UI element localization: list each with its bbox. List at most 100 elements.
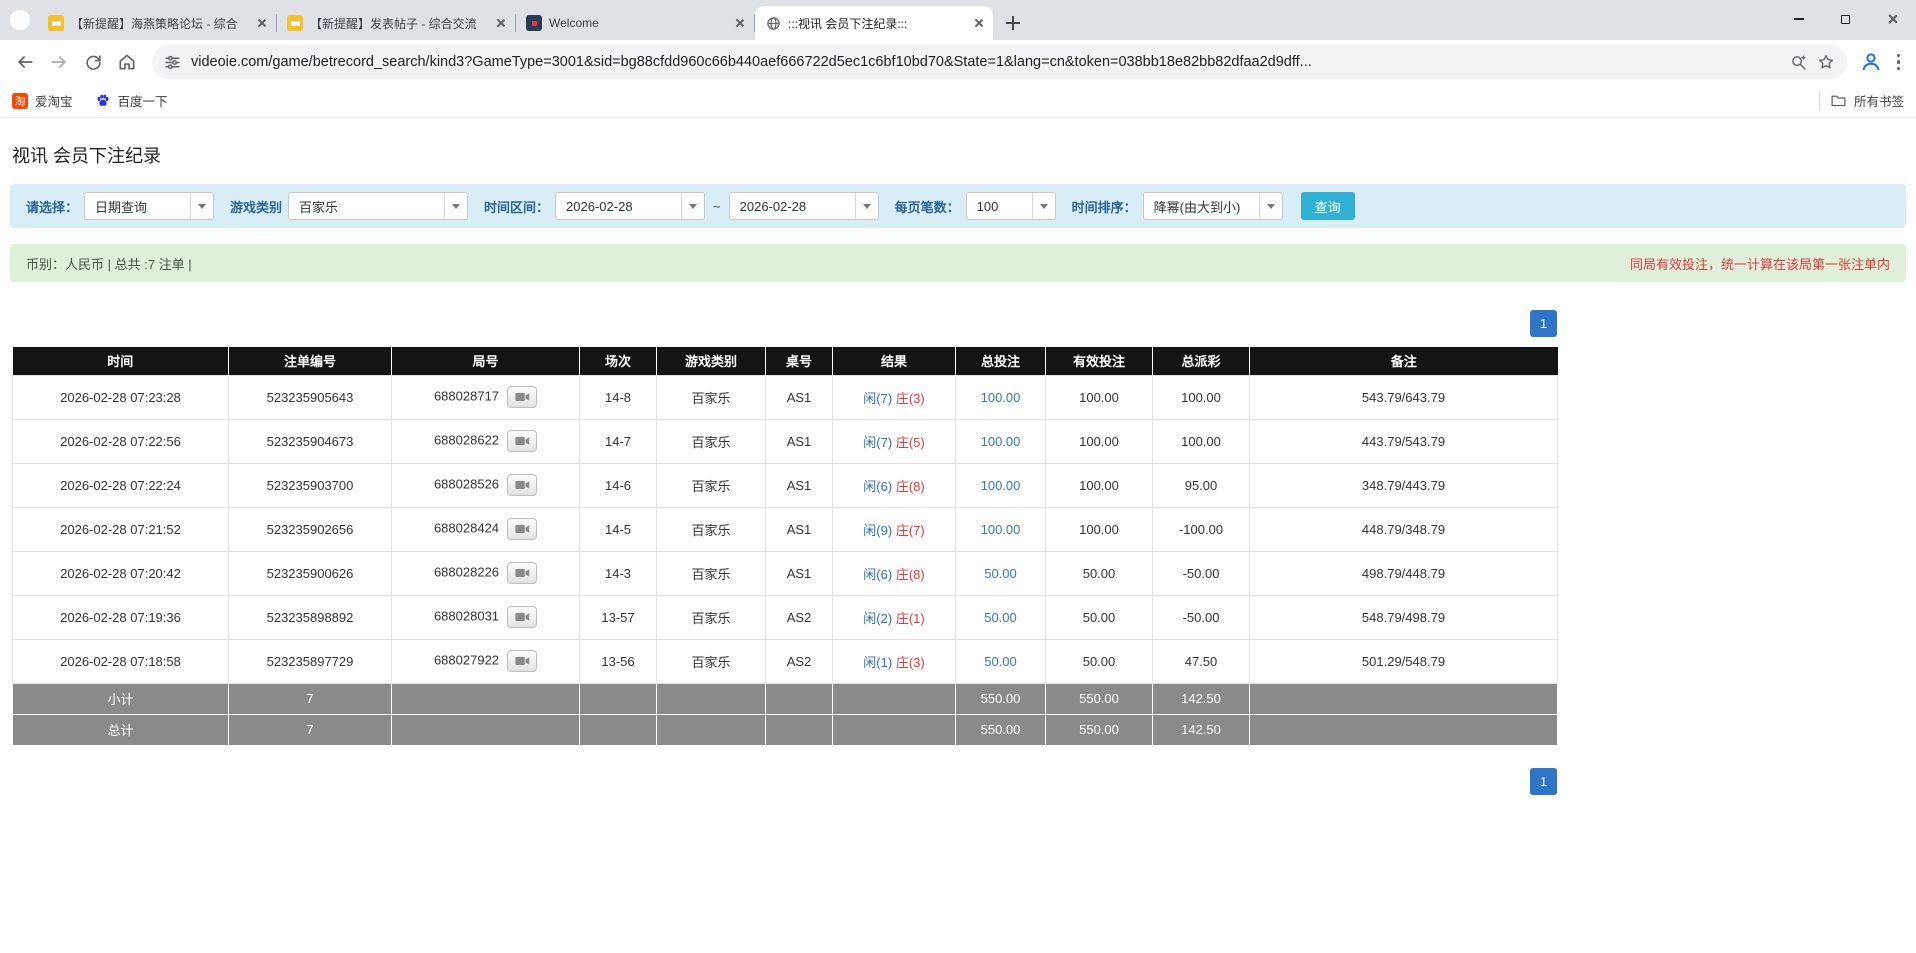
date-to-select[interactable]: 2026-02-28 [729,192,879,220]
table-header-row: 时间注单编号局号场次游戏类别桌号结果总投注有效投注总派彩备注 [13,347,1558,375]
address-bar[interactable]: videoie.com/game/betrecord_search/kind3?… [152,45,1847,79]
tab-close-icon[interactable] [254,15,270,31]
baidu-paw-icon [95,93,111,109]
tab-bet-record-active[interactable]: :::视讯 会员下注纪录::: [755,6,993,40]
total-bet-cell[interactable]: 50.00 [956,595,1046,639]
result-banker: 庄(3) [896,655,925,670]
table-row: 2026-02-28 07:20:42523235900626688028226… [13,551,1558,595]
video-replay-button[interactable] [507,518,537,540]
total-bet-cell[interactable]: 100.00 [956,507,1046,551]
total-bet-cell[interactable]: 50.00 [956,639,1046,683]
column-header: 注单编号 [229,347,392,375]
session-cell: 14-7 [580,419,657,463]
tab-forum-2[interactable]: 【新提醒】发表帖子 - 综合交流 [277,6,515,40]
game-type-select[interactable]: 百家乐 [288,192,468,220]
total-bet-link: 50.00 [984,654,1017,669]
valid-bet-cell: 100.00 [1046,463,1153,507]
note-cell: 498.79/448.79 [1250,551,1558,595]
close-button[interactable] [1869,0,1916,38]
total-bet-cell[interactable]: 100.00 [956,419,1046,463]
url-text[interactable]: videoie.com/game/betrecord_search/kind3?… [191,54,1780,70]
reload-button[interactable] [76,45,110,79]
session-cell: 13-56 [580,639,657,683]
game-type-cell: 百家乐 [657,507,766,551]
sum-count: 7 [229,683,392,714]
new-tab-button[interactable] [1001,11,1025,35]
subtotal-row: 小计7550.00550.00142.50 [13,683,1558,714]
profile-avatar[interactable] [1859,50,1883,74]
bookmark-star-icon[interactable] [1817,53,1835,71]
chevron-down-icon [855,193,878,219]
total-row: 总计7550.00550.00142.50 [13,714,1558,745]
video-replay-button[interactable] [507,386,537,408]
forward-button[interactable] [42,45,76,79]
filter-bar: 请选择： 日期查询 游戏类别 百家乐 时间区间： 2026-02-28 ~ 20… [10,184,1906,228]
total-bet-link: 100.00 [981,522,1021,537]
all-bookmarks-button[interactable]: 所有书签 [1830,91,1904,110]
valid-bet-cell: 100.00 [1046,419,1153,463]
tab-forum-1[interactable]: 【新提醒】海燕策略论坛 - 综合 [38,6,276,40]
bookmarks-bar: 淘 爱淘宝 百度一下 所有书签 [0,84,1916,118]
tab-close-icon[interactable] [493,15,509,31]
tab-close-icon[interactable] [732,15,748,31]
total-bet-link: 100.00 [981,478,1021,493]
result-cell: 闲(1) 庄(3) [833,639,956,683]
query-mode-select[interactable]: 日期查询 [84,192,214,220]
round-cell: 688028424 [392,507,580,551]
page-number-button[interactable]: 1 [1530,310,1557,337]
summary-bar: 币别：人民币 | 总共 :7 注单 | 同局有效投注，统一计算在该局第一张注单内 [10,244,1906,282]
game-type-cell: 百家乐 [657,419,766,463]
total-bet-cell[interactable]: 100.00 [956,463,1046,507]
time-cell: 2026-02-28 07:20:42 [13,551,229,595]
video-replay-button[interactable] [507,562,537,584]
sum-label: 总计 [13,714,229,745]
page-size-select[interactable]: 100 [966,192,1056,220]
total-bet-link: 50.00 [984,566,1017,581]
video-replay-button[interactable] [507,606,537,628]
result-player: 闲(9) [863,523,892,538]
total-bet-cell[interactable]: 100.00 [956,375,1046,419]
back-button[interactable] [8,45,42,79]
sum-valid-bet: 550.00 [1046,714,1153,745]
home-button[interactable] [110,45,144,79]
lens-search-icon[interactable] [1790,54,1807,71]
bet-id-cell: 523235902656 [229,507,392,551]
total-bet-cell[interactable]: 50.00 [956,551,1046,595]
game-type-cell: 百家乐 [657,595,766,639]
result-cell: 闲(2) 庄(1) [833,595,956,639]
note-cell: 348.79/443.79 [1250,463,1558,507]
session-cell: 13-57 [580,595,657,639]
page-number-button[interactable]: 1 [1530,768,1557,795]
sort-select[interactable]: 降幂(由大到小) [1143,192,1283,220]
valid-bet-cell: 50.00 [1046,639,1153,683]
round-number: 688028226 [434,564,499,579]
tab-title: :::视讯 会员下注纪录::: [788,15,964,32]
video-replay-button[interactable] [507,474,537,496]
chevron-down-icon [444,193,467,219]
round-number: 688028424 [434,520,499,535]
result-cell: 闲(7) 庄(3) [833,375,956,419]
tab-welcome[interactable]: Welcome [516,6,754,40]
round-number: 688028622 [434,432,499,447]
site-settings-icon[interactable] [164,54,181,71]
minimize-button[interactable] [1775,0,1822,38]
chevron-down-icon [1032,193,1055,219]
time-cell: 2026-02-28 07:23:28 [13,375,229,419]
bookmark-taobao[interactable]: 淘 爱淘宝 [12,91,73,110]
video-replay-button[interactable] [507,430,537,452]
tab-search-button[interactable] [10,10,30,30]
column-header: 备注 [1250,347,1558,375]
date-from-select[interactable]: 2026-02-28 [555,192,705,220]
bookmark-baidu[interactable]: 百度一下 [95,91,168,110]
tilde-separator: ~ [713,199,721,214]
tab-close-icon[interactable] [971,15,987,31]
video-replay-button[interactable] [507,650,537,672]
browser-menu-icon[interactable] [1893,50,1905,75]
table-no-cell: AS1 [766,463,833,507]
result-player: 闲(7) [863,391,892,406]
query-button[interactable]: 查询 [1301,192,1355,220]
round-number: 688028031 [434,608,499,623]
payout-cell: -50.00 [1153,551,1250,595]
maximize-button[interactable] [1822,0,1869,38]
sum-payout: 142.50 [1153,683,1250,714]
